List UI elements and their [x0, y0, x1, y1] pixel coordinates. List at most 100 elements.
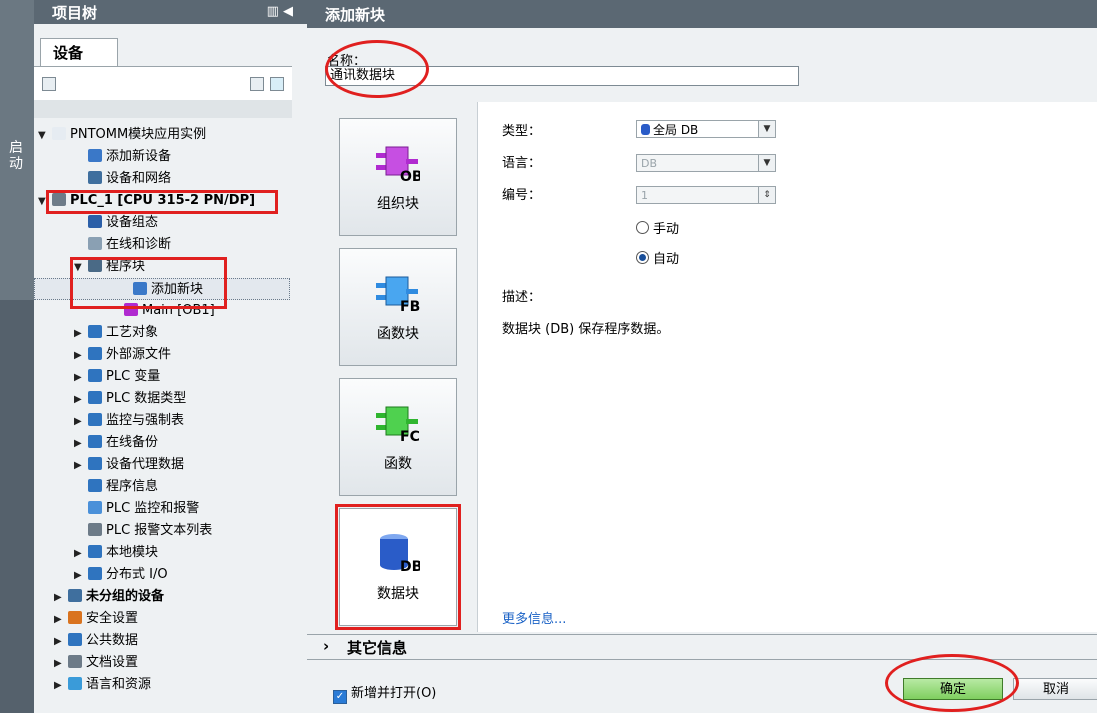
tree-item[interactable]: ▶ 在线备份	[74, 432, 158, 454]
radio-auto[interactable]: 自动	[636, 248, 679, 267]
tree-item[interactable]: ▶ 安全设置	[54, 608, 138, 630]
tree-item[interactable]: ▶ 公共数据	[54, 630, 138, 652]
manual-label: 手动	[653, 222, 680, 237]
add-new-block-dialog: 添加新块 名称： 通讯数据块 OB 组织块 FB 函数块 FC 函数 DB 数据…	[307, 0, 1097, 713]
tree-item[interactable]: ▶ 设备代理数据	[74, 454, 184, 476]
radio-manual[interactable]: 手动	[636, 218, 679, 237]
tree-item-label: 在线和诊断	[106, 237, 172, 252]
tree-item[interactable]: ▶ 监控与强制表	[74, 410, 184, 432]
tree-item-label: PLC 报警文本列表	[106, 523, 213, 538]
expand-right-icon[interactable]: ▶	[54, 609, 68, 631]
tree-item[interactable]: 程序信息	[74, 476, 158, 498]
tree-separator	[34, 100, 292, 118]
expand-right-icon[interactable]: ▶	[74, 565, 88, 587]
detail-view-icon[interactable]	[250, 77, 264, 91]
expand-right-icon[interactable]: ▶	[74, 367, 88, 389]
start-label: 启动	[9, 140, 23, 172]
cancel-button[interactable]: 取消	[1013, 678, 1097, 700]
dialog-button-bar: ✓ 新增并打开(O) 确定 取消	[307, 654, 1097, 713]
type-select[interactable]: 全局 DB ▼	[636, 120, 776, 138]
tree-item[interactable]: ▶ PLC 数据类型	[74, 388, 186, 410]
ungrouped-devices-icon	[68, 589, 82, 602]
language-select-value: DB	[641, 157, 658, 170]
tree-item-label: 文档设置	[86, 655, 139, 670]
tree-item[interactable]: ▶ PLC 变量	[74, 366, 160, 388]
expand-right-icon[interactable]: ▶	[74, 411, 88, 433]
number-stepper[interactable]: 1 ⇕	[636, 186, 776, 204]
expand-right-icon[interactable]: ▶	[74, 389, 88, 411]
fc-block-icon: FC	[376, 406, 420, 443]
project-icon	[52, 127, 66, 140]
tree-item-label: 公共数据	[86, 633, 139, 648]
chevron-down-icon: ▼	[758, 121, 775, 137]
stepper-icon: ⇕	[758, 187, 775, 203]
tree-item[interactable]: 添加新设备	[74, 146, 171, 168]
expand-right-icon[interactable]: ▶	[54, 653, 68, 675]
tree-item-label: 设备和网络	[106, 171, 172, 186]
plc-tags-icon	[88, 369, 102, 382]
collapse-panel-icon[interactable]: ▥ ◀	[267, 4, 293, 19]
tree-item[interactable]: ▶ 本地模块	[74, 542, 158, 564]
backup-icon	[88, 435, 102, 448]
expand-right-icon[interactable]: ▶	[74, 433, 88, 455]
tree-item-label: 添加新设备	[106, 149, 172, 164]
dialog-title-bar: 添加新块	[307, 0, 1097, 28]
db-type-icon	[641, 124, 650, 135]
tree-item[interactable]: ▶ 分布式 I/O	[74, 564, 168, 586]
tree-view-icon[interactable]	[42, 77, 56, 91]
chevron-down-icon: ▼	[758, 155, 775, 171]
description-label: 描述：	[502, 290, 542, 305]
expand-right-icon[interactable]: ▶	[74, 345, 88, 367]
block-type-fb-button[interactable]: FB 函数块	[339, 248, 457, 366]
tree-item[interactable]: ▶ 外部源文件	[74, 344, 171, 366]
project-tree-title: 项目树	[52, 4, 98, 22]
project-tree-header: 项目树 ▥ ◀	[34, 0, 307, 24]
expand-down-icon[interactable]: ▼	[38, 125, 52, 147]
expand-right-icon[interactable]: ▶	[54, 675, 68, 697]
tree-item-label: PLC 监控和报警	[106, 501, 200, 516]
tree-item[interactable]: ▶ 工艺对象	[74, 322, 158, 344]
annotation-program-blocks-box	[70, 257, 227, 309]
block-details-panel: 类型： 全局 DB ▼ 语言： DB ▼ 编号： 1 ⇕ 手动 自动 描述： 数…	[477, 102, 1097, 632]
tree-item[interactable]: PLC 报警文本列表	[74, 520, 212, 542]
tree-item[interactable]: PLC 监控和报警	[74, 498, 199, 520]
tree-item[interactable]: ▼ PNTOMM模块应用实例	[38, 124, 206, 146]
add-device-icon	[88, 149, 102, 162]
portal-start-strip[interactable]: 启动	[0, 0, 34, 713]
tree-item[interactable]: 设备组态	[74, 212, 158, 234]
block-type-list: OB 组织块 FB 函数块 FC 函数 DB 数据块	[317, 102, 475, 642]
tree-item-label: 设备代理数据	[106, 457, 185, 472]
block-type-ob-button[interactable]: OB 组织块	[339, 118, 457, 236]
tree-item[interactable]: 在线和诊断	[74, 234, 171, 256]
tree-item-label: 工艺对象	[106, 325, 159, 340]
tree-item[interactable]: ▶ 未分组的设备	[54, 586, 164, 608]
annotation-ok-ellipse	[885, 654, 1019, 712]
tree-item[interactable]: ▶ 语言和资源	[54, 674, 151, 696]
proxy-data-icon	[88, 457, 102, 470]
common-data-icon	[68, 633, 82, 646]
block-type-fc-button[interactable]: FC 函数	[339, 378, 457, 496]
expand-right-icon[interactable]: ▶	[54, 587, 68, 609]
more-info-link[interactable]: 更多信息...	[502, 608, 566, 627]
expand-right-icon[interactable]: ▶	[74, 323, 88, 345]
language-select[interactable]: DB ▼	[636, 154, 776, 172]
tab-devices[interactable]: 设备	[40, 38, 118, 66]
annotation-plc-box	[46, 190, 278, 214]
tree-item-label: 安全设置	[86, 611, 139, 626]
chevron-right-icon: ›	[323, 637, 330, 655]
tree-item[interactable]: 设备和网络	[74, 168, 171, 190]
add-and-open-checkbox[interactable]: ✓ 新增并打开(O)	[333, 682, 436, 704]
expand-right-icon[interactable]: ▶	[54, 631, 68, 653]
add-to-view-icon[interactable]	[270, 77, 284, 91]
ob-block-icon: OB	[376, 146, 420, 183]
tree-item-label: 在线备份	[106, 435, 159, 450]
expand-right-icon[interactable]: ▶	[74, 543, 88, 565]
alarm-icon	[88, 501, 102, 514]
dialog-title: 添加新块	[325, 6, 386, 24]
block-type-ob-label: 组织块	[377, 196, 419, 212]
fb-block-icon: FB	[376, 276, 420, 313]
expand-right-icon[interactable]: ▶	[74, 455, 88, 477]
tree-item-label: 分布式 I/O	[106, 567, 168, 582]
tree-item-label: PLC 数据类型	[106, 391, 187, 406]
tree-item[interactable]: ▶ 文档设置	[54, 652, 138, 674]
